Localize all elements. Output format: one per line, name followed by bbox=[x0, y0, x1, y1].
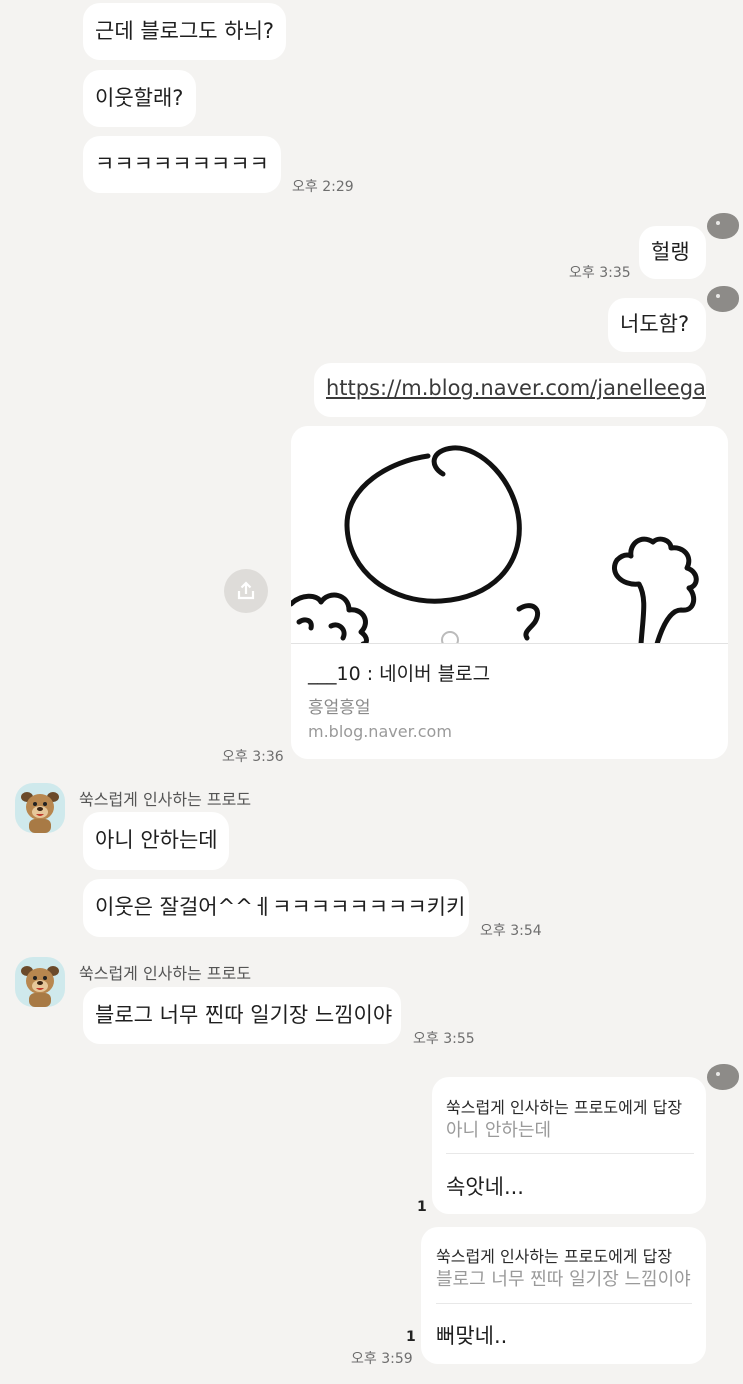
sender-name: 쑥스럽게 인사하는 프로도 bbox=[79, 964, 252, 983]
link-subtitle: 흥얼흥얼 bbox=[308, 698, 371, 718]
divider bbox=[446, 1153, 694, 1154]
timestamp: 오후 2:29 bbox=[292, 179, 354, 195]
my-message-bubble[interactable]: 너도함? bbox=[608, 298, 706, 352]
frodo-avatar-icon bbox=[21, 966, 59, 1007]
reply-message-bubble[interactable]: 쑥스럽게 인사하는 프로도에게 답장 블로그 너무 찐따 일기장 느낌이야 뻐맞… bbox=[421, 1227, 706, 1364]
message-bubble[interactable]: ㅋㅋㅋㅋㅋㅋㅋㅋㅋ bbox=[83, 136, 281, 193]
link-domain: m.blog.naver.com bbox=[308, 722, 452, 741]
message-text: 이웃할래? bbox=[95, 86, 184, 110]
message-text: 너도함? bbox=[620, 312, 690, 336]
avatar[interactable] bbox=[15, 957, 65, 1007]
message-text: 헐랭 bbox=[651, 240, 690, 264]
divider bbox=[436, 1303, 692, 1304]
share-icon bbox=[237, 581, 255, 600]
share-button[interactable] bbox=[224, 569, 268, 613]
timestamp: 오후 3:36 bbox=[222, 749, 284, 765]
message-text: 이웃은 잘걸어^^ㅔㅋㅋㅋㅋㅋㅋㅋㅋ키키 bbox=[95, 895, 466, 919]
unread-count: 1 bbox=[406, 1329, 416, 1345]
timestamp: 오후 3:59 bbox=[351, 1351, 413, 1367]
timestamp: 오후 3:54 bbox=[480, 923, 542, 939]
sender-name: 쑥스럽게 인사하는 프로도 bbox=[79, 790, 252, 809]
read-receipt-icon bbox=[707, 213, 739, 239]
unread-count: 1 bbox=[417, 1199, 427, 1215]
message-bubble[interactable]: 근데 블로그도 하늬? bbox=[83, 3, 286, 60]
message-text: ㅋㅋㅋㅋㅋㅋㅋㅋㅋ bbox=[95, 152, 269, 176]
reply-header: 쑥스럽게 인사하는 프로도에게 답장 bbox=[436, 1247, 673, 1266]
message-text: 블로그 너무 찐따 일기장 느낌이야 bbox=[95, 1003, 393, 1027]
message-bubble[interactable]: 이웃할래? bbox=[83, 70, 196, 127]
timestamp: 오후 3:35 bbox=[569, 265, 631, 281]
message-bubble[interactable]: 블로그 너무 찐따 일기장 느낌이야 bbox=[83, 987, 401, 1044]
timestamp: 오후 3:55 bbox=[413, 1031, 475, 1047]
link-message-bubble[interactable]: https://m.blog.naver.com/janelleega bbox=[314, 363, 706, 417]
avatar[interactable] bbox=[15, 783, 65, 833]
reply-quote: 블로그 너무 찐따 일기장 느낌이야 bbox=[436, 1269, 691, 1290]
reply-message-bubble[interactable]: 쑥스럽게 인사하는 프로도에게 답장 아니 안하는데 속앗네... bbox=[432, 1077, 706, 1214]
reply-header: 쑥스럽게 인사하는 프로도에게 답장 bbox=[446, 1098, 683, 1117]
link-preview-image bbox=[291, 426, 728, 649]
message-text: 뻐맞네.. bbox=[436, 1324, 508, 1348]
frodo-avatar-icon bbox=[21, 792, 59, 833]
divider bbox=[291, 643, 728, 644]
message-link[interactable]: https://m.blog.naver.com/janelleega bbox=[326, 376, 706, 400]
message-text: 속앗네... bbox=[446, 1175, 524, 1199]
link-title: ___10 : 네이버 블로그 bbox=[308, 663, 491, 685]
link-preview-card[interactable]: ___10 : 네이버 블로그 흥얼흥얼 m.blog.naver.com bbox=[291, 426, 728, 759]
read-receipt-icon bbox=[707, 1064, 739, 1090]
message-bubble[interactable]: 이웃은 잘걸어^^ㅔㅋㅋㅋㅋㅋㅋㅋㅋ키키 bbox=[83, 879, 469, 937]
my-message-bubble[interactable]: 헐랭 bbox=[639, 226, 706, 279]
read-receipt-icon bbox=[707, 286, 739, 312]
message-text: 아니 안하는데 bbox=[95, 828, 218, 852]
reply-quote: 아니 안하는데 bbox=[446, 1120, 552, 1141]
message-text: 근데 블로그도 하늬? bbox=[95, 19, 275, 43]
message-bubble[interactable]: 아니 안하는데 bbox=[83, 812, 229, 870]
